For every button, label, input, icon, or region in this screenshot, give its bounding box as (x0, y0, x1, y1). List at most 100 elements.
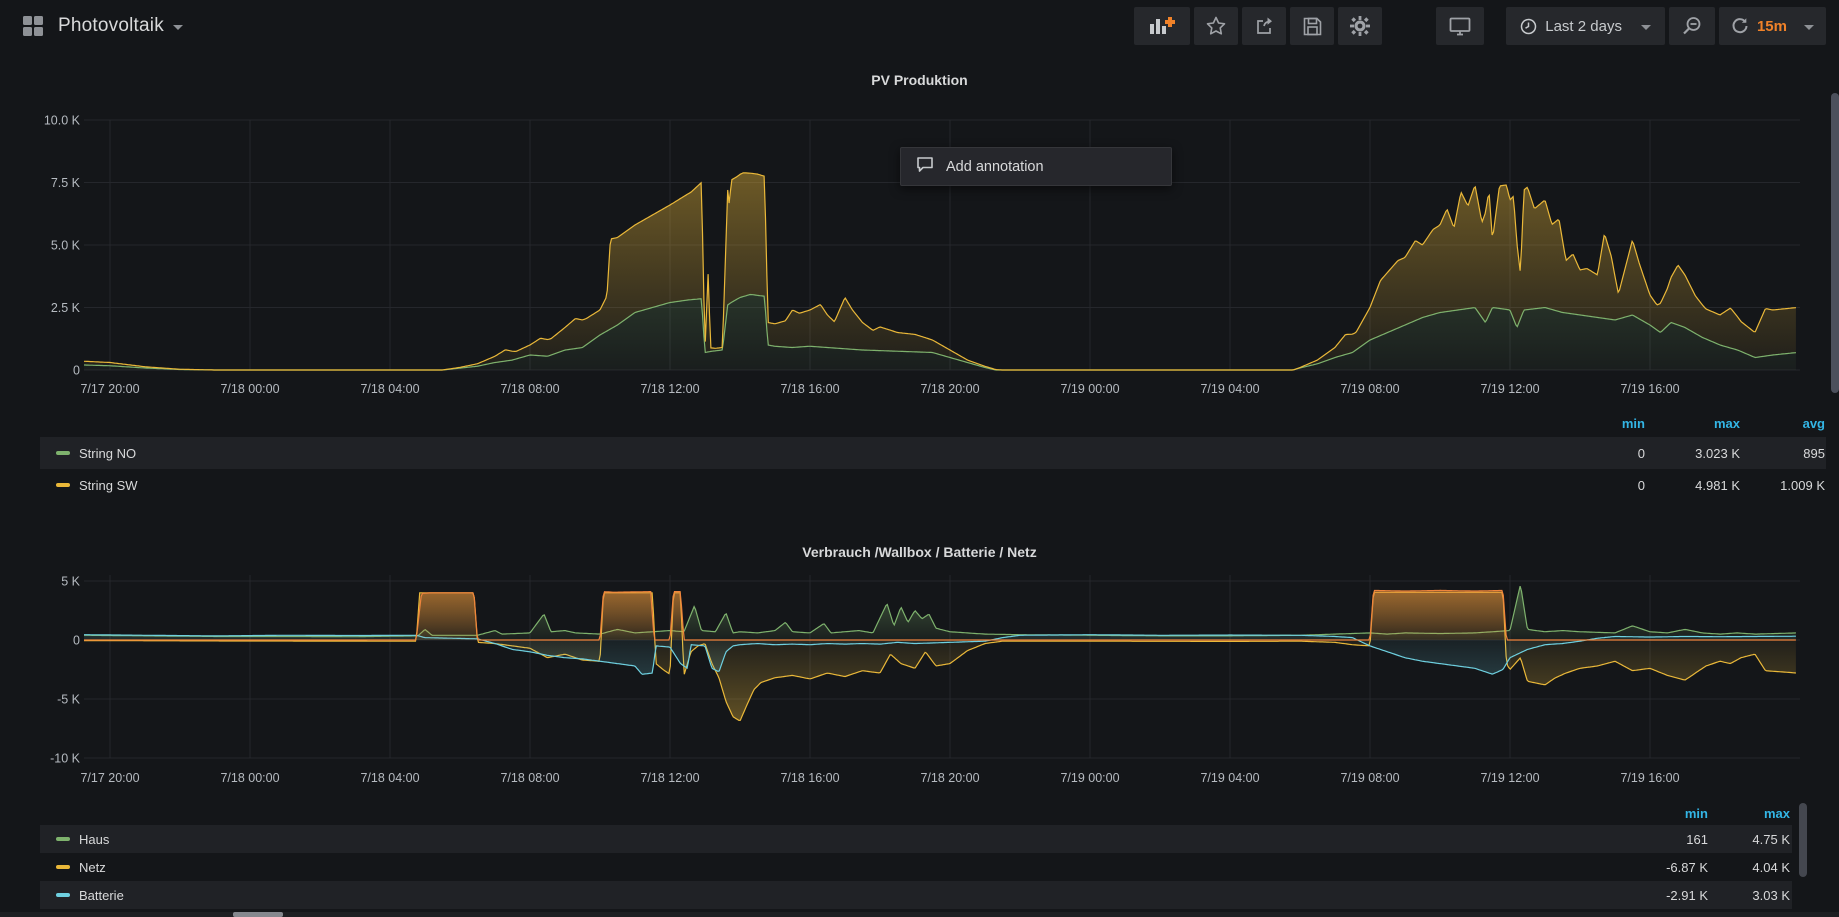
stat-min: -6.87 K (1628, 860, 1708, 875)
legend-scrollbar-thumb[interactable] (1799, 803, 1807, 877)
vertical-scrollbar-thumb[interactable] (1831, 93, 1839, 393)
dashboard-grid-icon (22, 15, 44, 37)
legend-col-max[interactable]: max (1645, 416, 1740, 431)
y-tick-label: -5 K (57, 693, 81, 707)
clock-icon (1520, 18, 1537, 35)
stat-max: 4.04 K (1708, 860, 1790, 875)
x-tick-label: 7/18 16:00 (780, 771, 839, 785)
stat-avg: 1.009 K (1740, 478, 1825, 493)
x-tick-label: 7/19 12:00 (1480, 382, 1539, 396)
save-icon (1303, 17, 1322, 36)
y-tick-label: 0 (73, 364, 80, 378)
series-color-swatch[interactable] (56, 483, 70, 487)
stat-max: 3.03 K (1708, 888, 1790, 903)
zoom-out-button[interactable] (1669, 7, 1715, 45)
settings-button[interactable] (1338, 7, 1382, 45)
stat-min: 161 (1628, 832, 1708, 847)
y-tick-label: 2.5 K (51, 301, 81, 315)
x-tick-label: 7/19 08:00 (1340, 382, 1399, 396)
legend-label-haus[interactable]: Haus (79, 832, 109, 847)
stat-avg: 895 (1740, 446, 1825, 461)
refresh-icon (1731, 17, 1749, 35)
add-annotation-menu-item[interactable]: Add annotation (900, 147, 1172, 186)
pv-produktion-chart[interactable]: 10.0 K7.5 K5.0 K2.5 K07/17 20:007/18 00:… (0, 60, 1839, 405)
legend-label-netz[interactable]: Netz (79, 860, 106, 875)
y-tick-label: 0 (73, 634, 80, 648)
x-tick-label: 7/19 08:00 (1340, 771, 1399, 785)
zoom-out-icon (1682, 16, 1702, 36)
add-annotation-label: Add annotation (946, 159, 1044, 175)
legend-label-string-no[interactable]: String NO (79, 446, 136, 461)
series-line-haus (84, 586, 1796, 637)
series-color-swatch[interactable] (56, 893, 70, 897)
stat-min: 0 (1575, 446, 1645, 461)
horizontal-scrollbar[interactable] (0, 912, 1839, 917)
star-button[interactable] (1194, 7, 1238, 45)
legend-label-batterie[interactable]: Batterie (79, 888, 124, 903)
legend-label-string-sw[interactable]: String SW (79, 478, 138, 493)
y-tick-label: 10.0 K (44, 114, 81, 128)
monitor-icon (1449, 17, 1471, 36)
series-color-swatch[interactable] (56, 837, 70, 841)
x-tick-label: 7/19 16:00 (1620, 382, 1679, 396)
stat-max: 3.023 K (1645, 446, 1740, 461)
chevron-down-icon (1641, 25, 1651, 30)
add-panel-icon (1149, 16, 1175, 36)
legend-col-avg[interactable]: avg (1740, 416, 1825, 431)
add-panel-button[interactable] (1134, 7, 1190, 45)
x-tick-label: 7/18 04:00 (360, 771, 419, 785)
x-tick-label: 7/19 04:00 (1200, 382, 1259, 396)
legend-row-string-sw: String SW 0 4.981 K 1.009 K (40, 469, 1826, 501)
legend-col-min[interactable]: min (1628, 806, 1708, 821)
series-area-haus (84, 586, 1796, 640)
legend-row-batterie: Batterie -2.91 K 3.03 K (40, 881, 1792, 909)
y-tick-label: -10 K (50, 752, 81, 766)
navbar: Photovoltaik (0, 0, 1839, 52)
x-tick-label: 7/19 00:00 (1060, 771, 1119, 785)
x-tick-label: 7/19 16:00 (1620, 771, 1679, 785)
refresh-button[interactable]: 15m (1719, 7, 1826, 45)
x-tick-label: 7/18 08:00 (500, 382, 559, 396)
legend-col-min[interactable]: min (1575, 416, 1645, 431)
share-icon (1254, 16, 1274, 36)
dashboard-picker[interactable]: Photovoltaik (58, 15, 183, 37)
stat-min: -2.91 K (1628, 888, 1708, 903)
chevron-down-icon (173, 25, 183, 30)
x-tick-label: 7/18 12:00 (640, 382, 699, 396)
x-tick-label: 7/19 04:00 (1200, 771, 1259, 785)
x-tick-label: 7/18 00:00 (220, 382, 279, 396)
x-tick-label: 7/18 08:00 (500, 771, 559, 785)
x-tick-label: 7/19 00:00 (1060, 382, 1119, 396)
horizontal-scrollbar-thumb[interactable] (233, 912, 283, 917)
x-tick-label: 7/19 12:00 (1480, 771, 1539, 785)
save-button[interactable] (1290, 7, 1334, 45)
refresh-interval-label: 15m (1757, 18, 1787, 35)
time-range-picker[interactable]: Last 2 days (1506, 7, 1665, 45)
x-tick-label: 7/18 12:00 (640, 771, 699, 785)
verbrauch-chart[interactable]: 5 K 0 -5 K -10 K 7/17 20:00 7/18 00:00 7/18 04… (0, 530, 1839, 792)
series-color-swatch[interactable] (56, 865, 70, 869)
y-tick-label: 7.5 K (51, 176, 81, 190)
gear-icon (1350, 16, 1370, 36)
stat-max: 4.75 K (1708, 832, 1790, 847)
x-tick-label: 7/17 20:00 (80, 771, 139, 785)
y-tick-label: 5 K (61, 575, 80, 589)
series-area-netz (84, 592, 1796, 720)
time-range-label: Last 2 days (1545, 18, 1622, 35)
x-tick-label: 7/17 20:00 (80, 382, 139, 396)
legend-header: min max (40, 803, 1792, 823)
x-tick-label: 7/18 04:00 (360, 382, 419, 396)
legend-row-haus: Haus 161 4.75 K (40, 825, 1792, 853)
x-tick-label: 7/18 00:00 (220, 771, 279, 785)
share-button[interactable] (1242, 7, 1286, 45)
x-tick-label: 7/18 20:00 (920, 382, 979, 396)
legend-row-string-no: String NO 0 3.023 K 895 (40, 437, 1826, 469)
comment-bubble-icon (916, 156, 934, 178)
legend-col-max[interactable]: max (1708, 806, 1790, 821)
star-icon (1206, 16, 1226, 36)
stat-max: 4.981 K (1645, 478, 1740, 493)
stat-min: 0 (1575, 478, 1645, 493)
series-color-swatch[interactable] (56, 451, 70, 455)
cycle-view-button[interactable] (1436, 7, 1484, 45)
chevron-down-icon (1804, 25, 1814, 30)
